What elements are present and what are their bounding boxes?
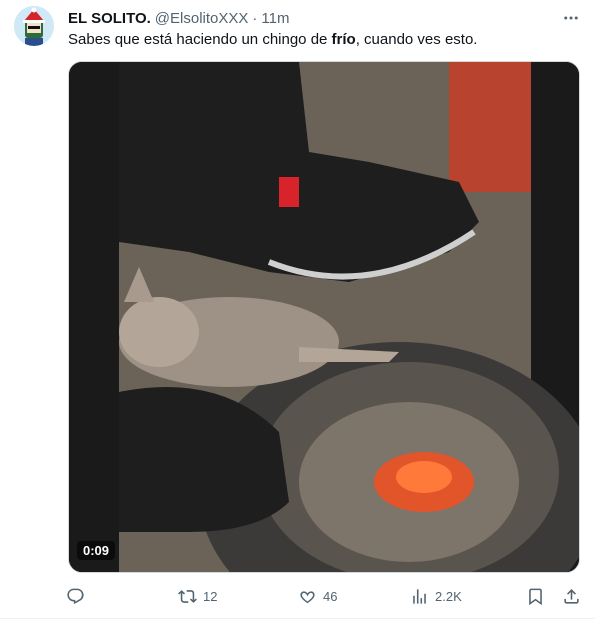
bookmark-button[interactable] <box>526 584 545 608</box>
tweet-text: Sabes que está haciendo un chingo de frí… <box>68 30 477 50</box>
author-handle[interactable]: @ElsolitoXXX <box>155 10 249 27</box>
video-duration: 0:09 <box>77 541 116 560</box>
video-player[interactable]: 0:09 <box>68 61 580 573</box>
bookmark-icon <box>529 588 542 605</box>
more-icon <box>564 16 578 20</box>
like-button[interactable]: 46 <box>298 584 337 608</box>
separator-dot: · <box>252 9 258 27</box>
post-time[interactable]: 11m <box>261 10 289 27</box>
avatar[interactable] <box>14 6 54 46</box>
tweet-header: EL SOLITO. @ElsolitoXXX · 11m <box>68 8 289 28</box>
author-name[interactable]: EL SOLITO. <box>68 10 151 27</box>
reply-icon <box>67 588 84 604</box>
more-button[interactable] <box>561 8 581 28</box>
retweet-count: 12 <box>203 588 218 604</box>
action-bar: 12 46 2.2K <box>62 584 586 608</box>
heart-icon <box>300 590 315 603</box>
like-count: 46 <box>323 588 338 604</box>
tweet[interactable]: EL SOLITO. @ElsolitoXXX · 11m Sabes que … <box>0 0 595 619</box>
views-count: 2.2K <box>435 588 462 604</box>
tweet-text-part: Sabes que está haciendo un chingo de <box>68 31 332 48</box>
retweet-button[interactable]: 12 <box>178 584 217 608</box>
tweet-text-part: , cuando ves esto. <box>355 31 478 48</box>
reply-button[interactable] <box>66 584 91 608</box>
avatar-icon <box>14 6 54 46</box>
video-frame <box>69 62 579 572</box>
views-button[interactable]: 2.2K <box>410 584 462 608</box>
retweet-icon <box>178 589 197 603</box>
tweet-text-bold: frío <box>331 31 356 48</box>
views-icon <box>413 588 426 604</box>
share-icon <box>564 588 579 604</box>
share-button[interactable] <box>562 584 581 608</box>
